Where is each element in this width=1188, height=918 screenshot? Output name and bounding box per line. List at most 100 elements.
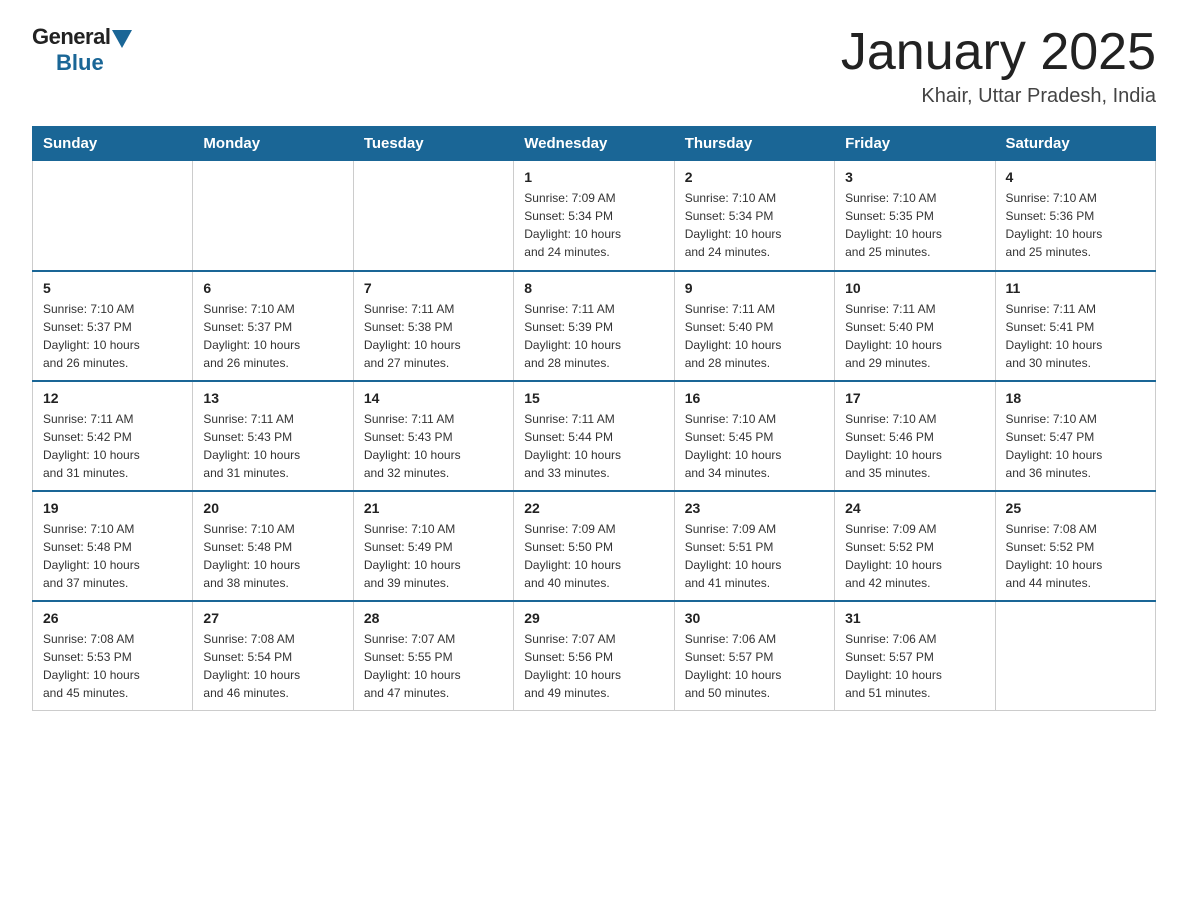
day-info: Sunrise: 7:10 AM Sunset: 5:46 PM Dayligh… (845, 410, 984, 482)
day-number: 12 (43, 390, 182, 406)
day-info: Sunrise: 7:11 AM Sunset: 5:39 PM Dayligh… (524, 300, 663, 372)
day-number: 23 (685, 500, 824, 516)
day-info: Sunrise: 7:07 AM Sunset: 5:56 PM Dayligh… (524, 630, 663, 702)
calendar-cell: 15Sunrise: 7:11 AM Sunset: 5:44 PM Dayli… (514, 381, 674, 491)
day-info: Sunrise: 7:11 AM Sunset: 5:43 PM Dayligh… (364, 410, 503, 482)
calendar-cell: 11Sunrise: 7:11 AM Sunset: 5:41 PM Dayli… (995, 271, 1155, 381)
day-number: 6 (203, 280, 342, 296)
day-info: Sunrise: 7:09 AM Sunset: 5:34 PM Dayligh… (524, 189, 663, 261)
column-header-tuesday: Tuesday (353, 127, 513, 161)
day-info: Sunrise: 7:10 AM Sunset: 5:47 PM Dayligh… (1006, 410, 1145, 482)
calendar-cell: 9Sunrise: 7:11 AM Sunset: 5:40 PM Daylig… (674, 271, 834, 381)
day-number: 21 (364, 500, 503, 516)
day-number: 13 (203, 390, 342, 406)
day-info: Sunrise: 7:06 AM Sunset: 5:57 PM Dayligh… (845, 630, 984, 702)
day-info: Sunrise: 7:10 AM Sunset: 5:35 PM Dayligh… (845, 189, 984, 261)
calendar-header-row: SundayMondayTuesdayWednesdayThursdayFrid… (33, 127, 1156, 161)
day-number: 16 (685, 390, 824, 406)
day-number: 11 (1006, 280, 1145, 296)
calendar-cell: 7 Sunrise: 7:11 AM Sunset: 5:38 PM Daylig… (353, 271, 513, 381)
column-header-saturday: Saturday (995, 127, 1155, 161)
day-number: 24 (845, 500, 984, 516)
day-number: 28 (364, 610, 503, 626)
calendar-cell: 28 Sunrise: 7:07 AM Sunset: 5:55 PM Dayli… (353, 601, 513, 711)
calendar-cell: 3 Sunrise: 7:10 AM Sunset: 5:35 PM Daylig… (835, 161, 995, 271)
day-info: Sunrise: 7:10 AM Sunset: 5:49 PM Dayligh… (364, 520, 503, 592)
day-number: 3 (845, 169, 984, 185)
day-info: Sunrise: 7:09 AM Sunset: 5:51 PM Dayligh… (685, 520, 824, 592)
day-info: Sunrise: 7:10 AM Sunset: 5:37 PM Dayligh… (203, 300, 342, 372)
calendar-cell: 24 Sunrise: 7:09 AM Sunset: 5:52 PM Dayli… (835, 491, 995, 601)
day-number: 20 (203, 500, 342, 516)
calendar-cell (995, 601, 1155, 711)
day-number: 7 (364, 280, 503, 296)
calendar-cell: 8Sunrise: 7:11 AM Sunset: 5:39 PM Daylig… (514, 271, 674, 381)
day-number: 10 (845, 280, 984, 296)
day-number: 31 (845, 610, 984, 626)
calendar-cell: 25Sunrise: 7:08 AM Sunset: 5:52 PM Dayli… (995, 491, 1155, 601)
logo-triangle-icon (112, 30, 132, 48)
logo-blue-text: Blue (56, 50, 104, 76)
column-header-wednesday: Wednesday (514, 127, 674, 161)
calendar-cell: 23 Sunrise: 7:09 AM Sunset: 5:51 PM Dayli… (674, 491, 834, 601)
day-number: 5 (43, 280, 182, 296)
calendar-table: SundayMondayTuesdayWednesdayThursdayFrid… (32, 126, 1156, 711)
day-number: 26 (43, 610, 182, 626)
day-info: Sunrise: 7:08 AM Sunset: 5:54 PM Dayligh… (203, 630, 342, 702)
day-number: 25 (1006, 500, 1145, 516)
column-header-sunday: Sunday (33, 127, 193, 161)
day-info: Sunrise: 7:07 AM Sunset: 5:55 PM Dayligh… (364, 630, 503, 702)
calendar-cell: 16 Sunrise: 7:10 AM Sunset: 5:45 PM Dayli… (674, 381, 834, 491)
day-number: 29 (524, 610, 663, 626)
calendar-title: January 2025 (841, 24, 1156, 81)
calendar-cell: 26 Sunrise: 7:08 AM Sunset: 5:53 PM Dayli… (33, 601, 193, 711)
calendar-cell: 12 Sunrise: 7:11 AM Sunset: 5:42 PM Dayli… (33, 381, 193, 491)
day-info: Sunrise: 7:11 AM Sunset: 5:44 PM Dayligh… (524, 410, 663, 482)
calendar-subtitle: Khair, Uttar Pradesh, India (841, 85, 1156, 108)
calendar-cell: 31 Sunrise: 7:06 AM Sunset: 5:57 PM Dayli… (835, 601, 995, 711)
day-number: 2 (685, 169, 824, 185)
day-info: Sunrise: 7:10 AM Sunset: 5:45 PM Dayligh… (685, 410, 824, 482)
column-header-thursday: Thursday (674, 127, 834, 161)
calendar-week-row: 26 Sunrise: 7:08 AM Sunset: 5:53 PM Dayli… (33, 601, 1156, 711)
calendar-cell: 17 Sunrise: 7:10 AM Sunset: 5:46 PM Dayli… (835, 381, 995, 491)
calendar-cell: 18 Sunrise: 7:10 AM Sunset: 5:47 PM Dayli… (995, 381, 1155, 491)
day-info: Sunrise: 7:09 AM Sunset: 5:52 PM Dayligh… (845, 520, 984, 592)
page-header: General Blue January 2025 Khair, Uttar P… (32, 24, 1156, 108)
day-info: Sunrise: 7:10 AM Sunset: 5:34 PM Dayligh… (685, 189, 824, 261)
calendar-cell: 30 Sunrise: 7:06 AM Sunset: 5:57 PM Dayli… (674, 601, 834, 711)
day-info: Sunrise: 7:11 AM Sunset: 5:42 PM Dayligh… (43, 410, 182, 482)
day-info: Sunrise: 7:09 AM Sunset: 5:50 PM Dayligh… (524, 520, 663, 592)
column-header-friday: Friday (835, 127, 995, 161)
calendar-cell: 6 Sunrise: 7:10 AM Sunset: 5:37 PM Daylig… (193, 271, 353, 381)
day-number: 1 (524, 169, 663, 185)
day-info: Sunrise: 7:06 AM Sunset: 5:57 PM Dayligh… (685, 630, 824, 702)
calendar-week-row: 5 Sunrise: 7:10 AM Sunset: 5:37 PM Daylig… (33, 271, 1156, 381)
calendar-cell: 22 Sunrise: 7:09 AM Sunset: 5:50 PM Dayli… (514, 491, 674, 601)
day-info: Sunrise: 7:10 AM Sunset: 5:36 PM Dayligh… (1006, 189, 1145, 261)
calendar-cell: 13Sunrise: 7:11 AM Sunset: 5:43 PM Dayli… (193, 381, 353, 491)
day-number: 17 (845, 390, 984, 406)
calendar-cell (193, 161, 353, 271)
day-number: 22 (524, 500, 663, 516)
calendar-cell: 2 Sunrise: 7:10 AM Sunset: 5:34 PM Daylig… (674, 161, 834, 271)
calendar-cell: 4 Sunrise: 7:10 AM Sunset: 5:36 PM Daylig… (995, 161, 1155, 271)
calendar-week-row: 1 Sunrise: 7:09 AM Sunset: 5:34 PM Daylig… (33, 161, 1156, 271)
calendar-cell: 20Sunrise: 7:10 AM Sunset: 5:48 PM Dayli… (193, 491, 353, 601)
day-info: Sunrise: 7:11 AM Sunset: 5:40 PM Dayligh… (685, 300, 824, 372)
day-number: 4 (1006, 169, 1145, 185)
day-number: 27 (203, 610, 342, 626)
day-info: Sunrise: 7:11 AM Sunset: 5:38 PM Dayligh… (364, 300, 503, 372)
day-info: Sunrise: 7:08 AM Sunset: 5:53 PM Dayligh… (43, 630, 182, 702)
title-block: January 2025 Khair, Uttar Pradesh, India (841, 24, 1156, 108)
calendar-week-row: 12 Sunrise: 7:11 AM Sunset: 5:42 PM Dayli… (33, 381, 1156, 491)
day-number: 30 (685, 610, 824, 626)
calendar-cell: 19Sunrise: 7:10 AM Sunset: 5:48 PM Dayli… (33, 491, 193, 601)
day-number: 18 (1006, 390, 1145, 406)
calendar-week-row: 19Sunrise: 7:10 AM Sunset: 5:48 PM Dayli… (33, 491, 1156, 601)
logo: General Blue (32, 24, 132, 76)
day-info: Sunrise: 7:11 AM Sunset: 5:40 PM Dayligh… (845, 300, 984, 372)
calendar-cell: 29 Sunrise: 7:07 AM Sunset: 5:56 PM Dayli… (514, 601, 674, 711)
calendar-cell (33, 161, 193, 271)
logo-general-text: General (32, 24, 110, 50)
